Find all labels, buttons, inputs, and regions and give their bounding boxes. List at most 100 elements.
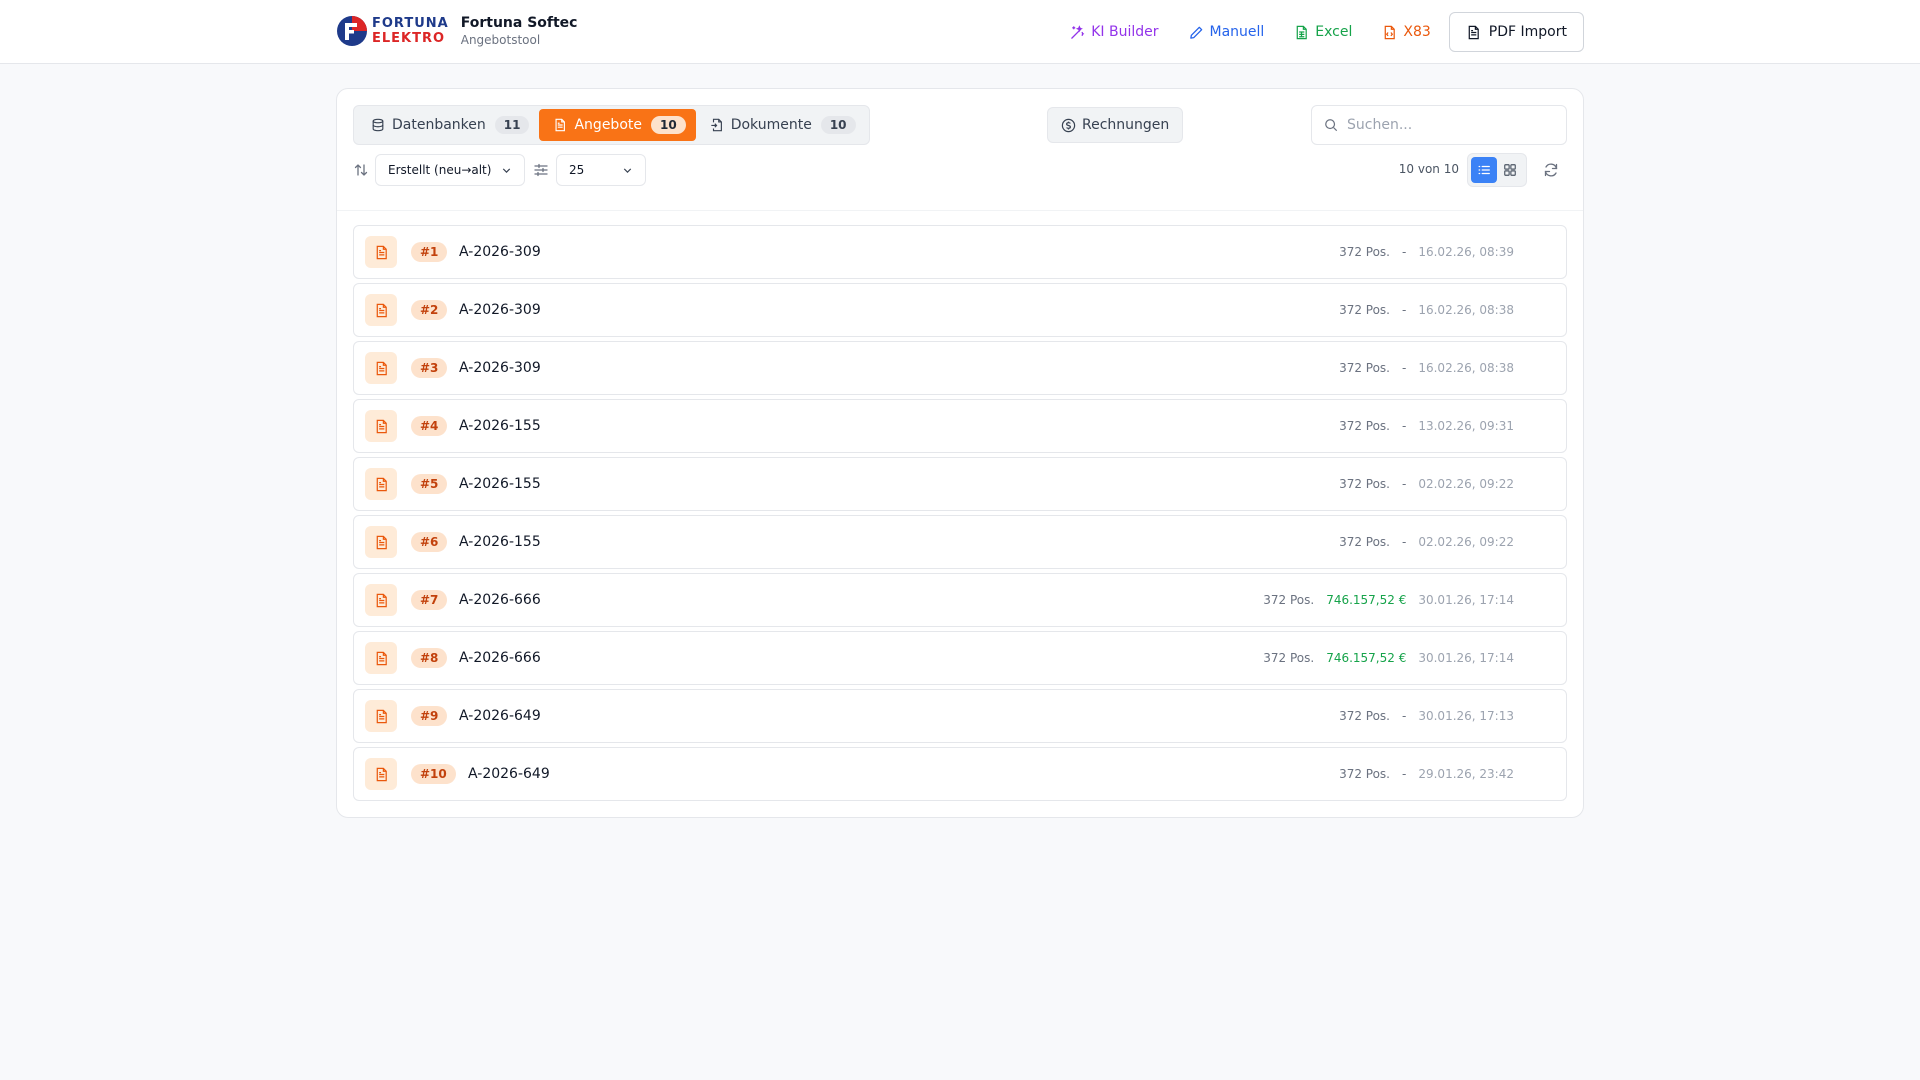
excel-label: Excel xyxy=(1315,24,1353,40)
offer-icon-box xyxy=(365,236,397,268)
document-icon xyxy=(376,361,387,375)
list-view-button[interactable] xyxy=(1471,157,1497,183)
document-icon xyxy=(376,245,387,259)
offer-date: 16.02.26, 08:38 xyxy=(1418,303,1514,317)
offer-positions: 372 Pos. xyxy=(1339,419,1390,433)
chevron-down-icon xyxy=(623,167,632,173)
offer-icon-box xyxy=(365,584,397,616)
logo-line-2: ELEKTRO xyxy=(372,31,446,46)
offer-row[interactable]: #8 A-2026-666 372 Pos. 746.157,52 € 30.0… xyxy=(353,631,1567,685)
offer-icon-box xyxy=(365,294,397,326)
offer-row[interactable]: #10 A-2026-649 372 Pos. - 29.01.26, 23:4… xyxy=(353,747,1567,801)
offer-positions: 372 Pos. xyxy=(1263,593,1315,607)
offer-row[interactable]: #2 A-2026-309 372 Pos. - 16.02.26, 08:38 xyxy=(353,283,1567,337)
offer-row[interactable]: #5 A-2026-155 372 Pos. - 02.02.26, 09:22 xyxy=(353,457,1567,511)
offer-row[interactable]: #3 A-2026-309 372 Pos. - 16.02.26, 08:38 xyxy=(353,341,1567,395)
page-size-select[interactable]: 25 xyxy=(556,154,646,186)
offer-price: - xyxy=(1402,361,1407,375)
x83-link[interactable]: X83 xyxy=(1382,24,1431,40)
offer-number-badge: #6 xyxy=(411,532,448,552)
search-input[interactable] xyxy=(1347,117,1547,133)
offer-title: A-2026-155 xyxy=(459,534,541,550)
offer-title: A-2026-155 xyxy=(459,476,541,492)
offer-number-badge: #1 xyxy=(411,242,448,262)
tab-dokumente[interactable]: Dokumente 10 xyxy=(696,109,866,141)
tab-label: Datenbanken xyxy=(392,117,486,133)
document-icon xyxy=(376,767,387,781)
tab-label: Dokumente xyxy=(730,117,812,133)
offer-icon-box xyxy=(365,352,397,384)
document-icon xyxy=(376,419,387,433)
chevron-down-icon xyxy=(502,167,511,173)
offers-card: Datenbanken 11 Angebote 10 Dokumente 10 xyxy=(336,88,1584,818)
app-header: FORTUNA ELEKTRO Fortuna Softec Angebotst… xyxy=(0,0,1920,64)
document-icon xyxy=(555,118,566,132)
list-icon xyxy=(1478,165,1490,175)
offer-positions: 372 Pos. xyxy=(1339,361,1390,375)
tab-count-badge: 10 xyxy=(820,116,856,134)
page-size-value: 25 xyxy=(569,163,585,177)
offer-date: 02.02.26, 09:22 xyxy=(1418,535,1514,549)
offer-price: 746.157,52 € xyxy=(1326,651,1407,665)
pdf-import-button[interactable]: PDF Import xyxy=(1448,12,1584,52)
offer-price: 746.157,52 € xyxy=(1326,593,1407,607)
offer-icon-box xyxy=(365,642,397,674)
offer-title: A-2026-649 xyxy=(468,766,550,782)
brand[interactable]: FORTUNA ELEKTRO Fortuna Softec Angebotst… xyxy=(336,14,577,48)
offer-icon-box xyxy=(365,410,397,442)
offer-meta: 372 Pos. - 13.02.26, 09:31 xyxy=(1339,419,1514,433)
pdf-import-label: PDF Import xyxy=(1488,24,1567,40)
tab-angebote[interactable]: Angebote 10 xyxy=(539,109,696,141)
offer-row[interactable]: #7 A-2026-666 372 Pos. 746.157,52 € 30.0… xyxy=(353,573,1567,627)
tab-label: Angebote xyxy=(574,117,642,133)
document-icon xyxy=(376,477,387,491)
app-subtitle: Angebotstool xyxy=(460,33,541,47)
offer-meta: 372 Pos. - 30.01.26, 17:13 xyxy=(1339,709,1514,723)
invoices-button[interactable]: Rechnungen xyxy=(1047,107,1184,143)
excel-link[interactable]: Excel xyxy=(1294,24,1352,40)
offer-positions: 372 Pos. xyxy=(1339,245,1390,259)
tab-count-badge: 10 xyxy=(651,116,686,134)
offer-title: A-2026-155 xyxy=(459,418,541,434)
offer-meta: 372 Pos. - 16.02.26, 08:38 xyxy=(1339,361,1514,375)
offer-price: - xyxy=(1402,419,1407,433)
refresh-icon[interactable] xyxy=(1543,162,1559,178)
app-title: Fortuna Softec xyxy=(460,15,578,31)
document-icon xyxy=(376,709,387,723)
offer-list: #1 A-2026-309 372 Pos. - 16.02.26, 08:39… xyxy=(353,225,1567,805)
offer-icon-box xyxy=(365,700,397,732)
file-import-icon xyxy=(711,118,722,132)
offer-row[interactable]: #4 A-2026-155 372 Pos. - 13.02.26, 09:31 xyxy=(353,399,1567,453)
offer-date: 13.02.26, 09:31 xyxy=(1418,419,1514,433)
offer-title: A-2026-309 xyxy=(459,244,541,260)
ki-builder-link[interactable]: KI Builder xyxy=(1070,24,1159,40)
offer-positions: 372 Pos. xyxy=(1339,477,1390,491)
tab-datenbanken[interactable]: Datenbanken 11 xyxy=(357,109,539,141)
search-icon xyxy=(1325,119,1338,132)
document-icon xyxy=(376,651,387,665)
offer-price: - xyxy=(1402,709,1407,723)
offer-row[interactable]: #1 A-2026-309 372 Pos. - 16.02.26, 08:39 xyxy=(353,225,1567,279)
offer-row[interactable]: #9 A-2026-649 372 Pos. - 30.01.26, 17:13 xyxy=(353,689,1567,743)
offer-title: A-2026-666 xyxy=(459,650,541,666)
document-icon xyxy=(376,535,387,549)
manual-link[interactable]: Manuell xyxy=(1189,24,1264,40)
offer-title: A-2026-666 xyxy=(459,592,541,608)
sort-select[interactable]: Erstellt (neu→alt) xyxy=(375,154,525,186)
offer-positions: 372 Pos. xyxy=(1263,651,1315,665)
sort-arrows-icon xyxy=(354,164,368,176)
offer-meta: 372 Pos. - 16.02.26, 08:38 xyxy=(1339,303,1514,317)
offer-number-badge: #4 xyxy=(411,416,448,436)
offer-title: A-2026-649 xyxy=(459,708,541,724)
toolbar: Datenbanken 11 Angebote 10 Dokumente 10 xyxy=(353,105,1567,215)
offer-price: - xyxy=(1402,767,1407,781)
offer-icon-box xyxy=(365,468,397,500)
offer-date: 30.01.26, 17:13 xyxy=(1418,709,1514,723)
offer-meta: 372 Pos. 746.157,52 € 30.01.26, 17:14 xyxy=(1263,593,1514,607)
search-box[interactable] xyxy=(1311,105,1567,145)
offer-meta: 372 Pos. - 02.02.26, 09:22 xyxy=(1339,535,1514,549)
company-logo: FORTUNA ELEKTRO xyxy=(336,14,449,48)
grid-view-button[interactable] xyxy=(1497,157,1523,183)
offer-row[interactable]: #6 A-2026-155 372 Pos. - 02.02.26, 09:22 xyxy=(353,515,1567,569)
offer-meta: 372 Pos. - 02.02.26, 09:22 xyxy=(1339,477,1514,491)
